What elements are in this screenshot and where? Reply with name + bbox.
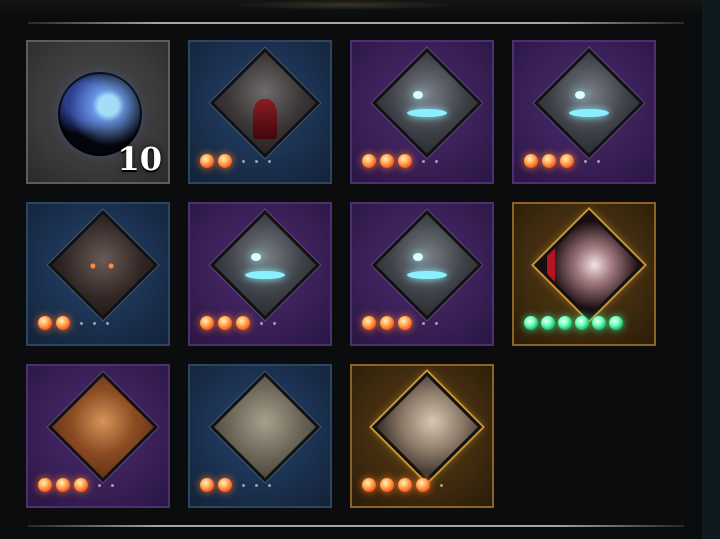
empty-star-icon <box>106 321 109 325</box>
empty-star-icon <box>80 321 83 325</box>
star-rating <box>200 314 276 332</box>
star-icon <box>416 478 430 492</box>
item-card-orb[interactable]: 10 <box>26 40 170 184</box>
star-icon <box>200 478 214 492</box>
green-star-icon <box>558 316 572 330</box>
star-icon <box>38 316 52 330</box>
empty-star-icon <box>597 159 600 163</box>
character-card[interactable] <box>512 202 656 346</box>
character-card[interactable] <box>512 40 656 184</box>
star-icon <box>524 154 538 168</box>
empty-star-icon <box>242 483 245 487</box>
empty-star-icon <box>260 321 263 325</box>
empty-star-icon <box>255 159 258 163</box>
star-rating <box>524 152 600 170</box>
star-rating <box>524 314 623 332</box>
masked-figure-portrait <box>209 209 321 321</box>
star-rating <box>362 314 438 332</box>
empty-star-icon <box>422 159 425 163</box>
top-divider <box>28 22 684 24</box>
right-edge-strip <box>702 0 720 539</box>
grinning-warrior-portrait <box>47 371 159 483</box>
star-rating <box>362 152 438 170</box>
star-icon <box>200 154 214 168</box>
empty-star-icon <box>435 159 438 163</box>
character-card[interactable] <box>350 202 494 346</box>
empty-star-icon <box>440 483 443 487</box>
character-card[interactable] <box>188 202 332 346</box>
star-rating <box>200 152 271 170</box>
green-star-icon <box>609 316 623 330</box>
star-icon <box>200 316 214 330</box>
star-rating <box>38 476 114 494</box>
empty-star-icon <box>268 483 271 487</box>
old-man-portrait <box>209 371 321 483</box>
star-rating <box>362 476 443 494</box>
hooded-figure-portrait <box>209 47 321 159</box>
green-star-icon <box>541 316 555 330</box>
character-card[interactable] <box>188 364 332 508</box>
empty-star-icon <box>268 159 271 163</box>
bottom-divider <box>28 525 684 527</box>
star-icon <box>560 154 574 168</box>
star-icon <box>236 316 250 330</box>
character-card[interactable] <box>188 40 332 184</box>
empty-star-icon <box>584 159 587 163</box>
green-star-icon <box>524 316 538 330</box>
character-card[interactable] <box>350 364 494 508</box>
masked-figure-portrait <box>371 47 483 159</box>
empty-star-icon <box>273 321 276 325</box>
empty-star-icon <box>422 321 425 325</box>
item-quantity: 10 <box>117 140 162 178</box>
green-star-icon <box>575 316 589 330</box>
top-panel-edge <box>0 0 720 14</box>
masked-figure-portrait <box>533 47 645 159</box>
star-icon <box>380 478 394 492</box>
star-rating <box>38 314 109 332</box>
empty-star-icon <box>93 321 96 325</box>
top-title-glow <box>230 0 460 10</box>
empty-star-icon <box>111 483 114 487</box>
star-icon <box>362 478 376 492</box>
star-rating <box>200 476 271 494</box>
green-star-icon <box>592 316 606 330</box>
star-icon <box>56 316 70 330</box>
star-icon <box>74 478 88 492</box>
star-icon <box>218 154 232 168</box>
masked-figure-portrait <box>371 209 483 321</box>
character-card[interactable] <box>26 364 170 508</box>
star-icon <box>398 478 412 492</box>
star-icon <box>218 478 232 492</box>
star-icon <box>398 154 412 168</box>
star-icon <box>362 316 376 330</box>
empty-star-icon <box>242 159 245 163</box>
demon-faced-portrait <box>47 209 159 321</box>
star-icon <box>56 478 70 492</box>
noble-man-portrait <box>371 371 483 483</box>
star-icon <box>380 154 394 168</box>
star-icon <box>218 316 232 330</box>
dark-haired-woman-portrait <box>533 209 645 321</box>
star-icon <box>380 316 394 330</box>
star-icon <box>38 478 52 492</box>
star-icon <box>398 316 412 330</box>
character-card[interactable] <box>26 202 170 346</box>
empty-star-icon <box>255 483 258 487</box>
character-card[interactable] <box>350 40 494 184</box>
empty-star-icon <box>98 483 101 487</box>
star-icon <box>362 154 376 168</box>
star-icon <box>542 154 556 168</box>
empty-star-icon <box>435 321 438 325</box>
